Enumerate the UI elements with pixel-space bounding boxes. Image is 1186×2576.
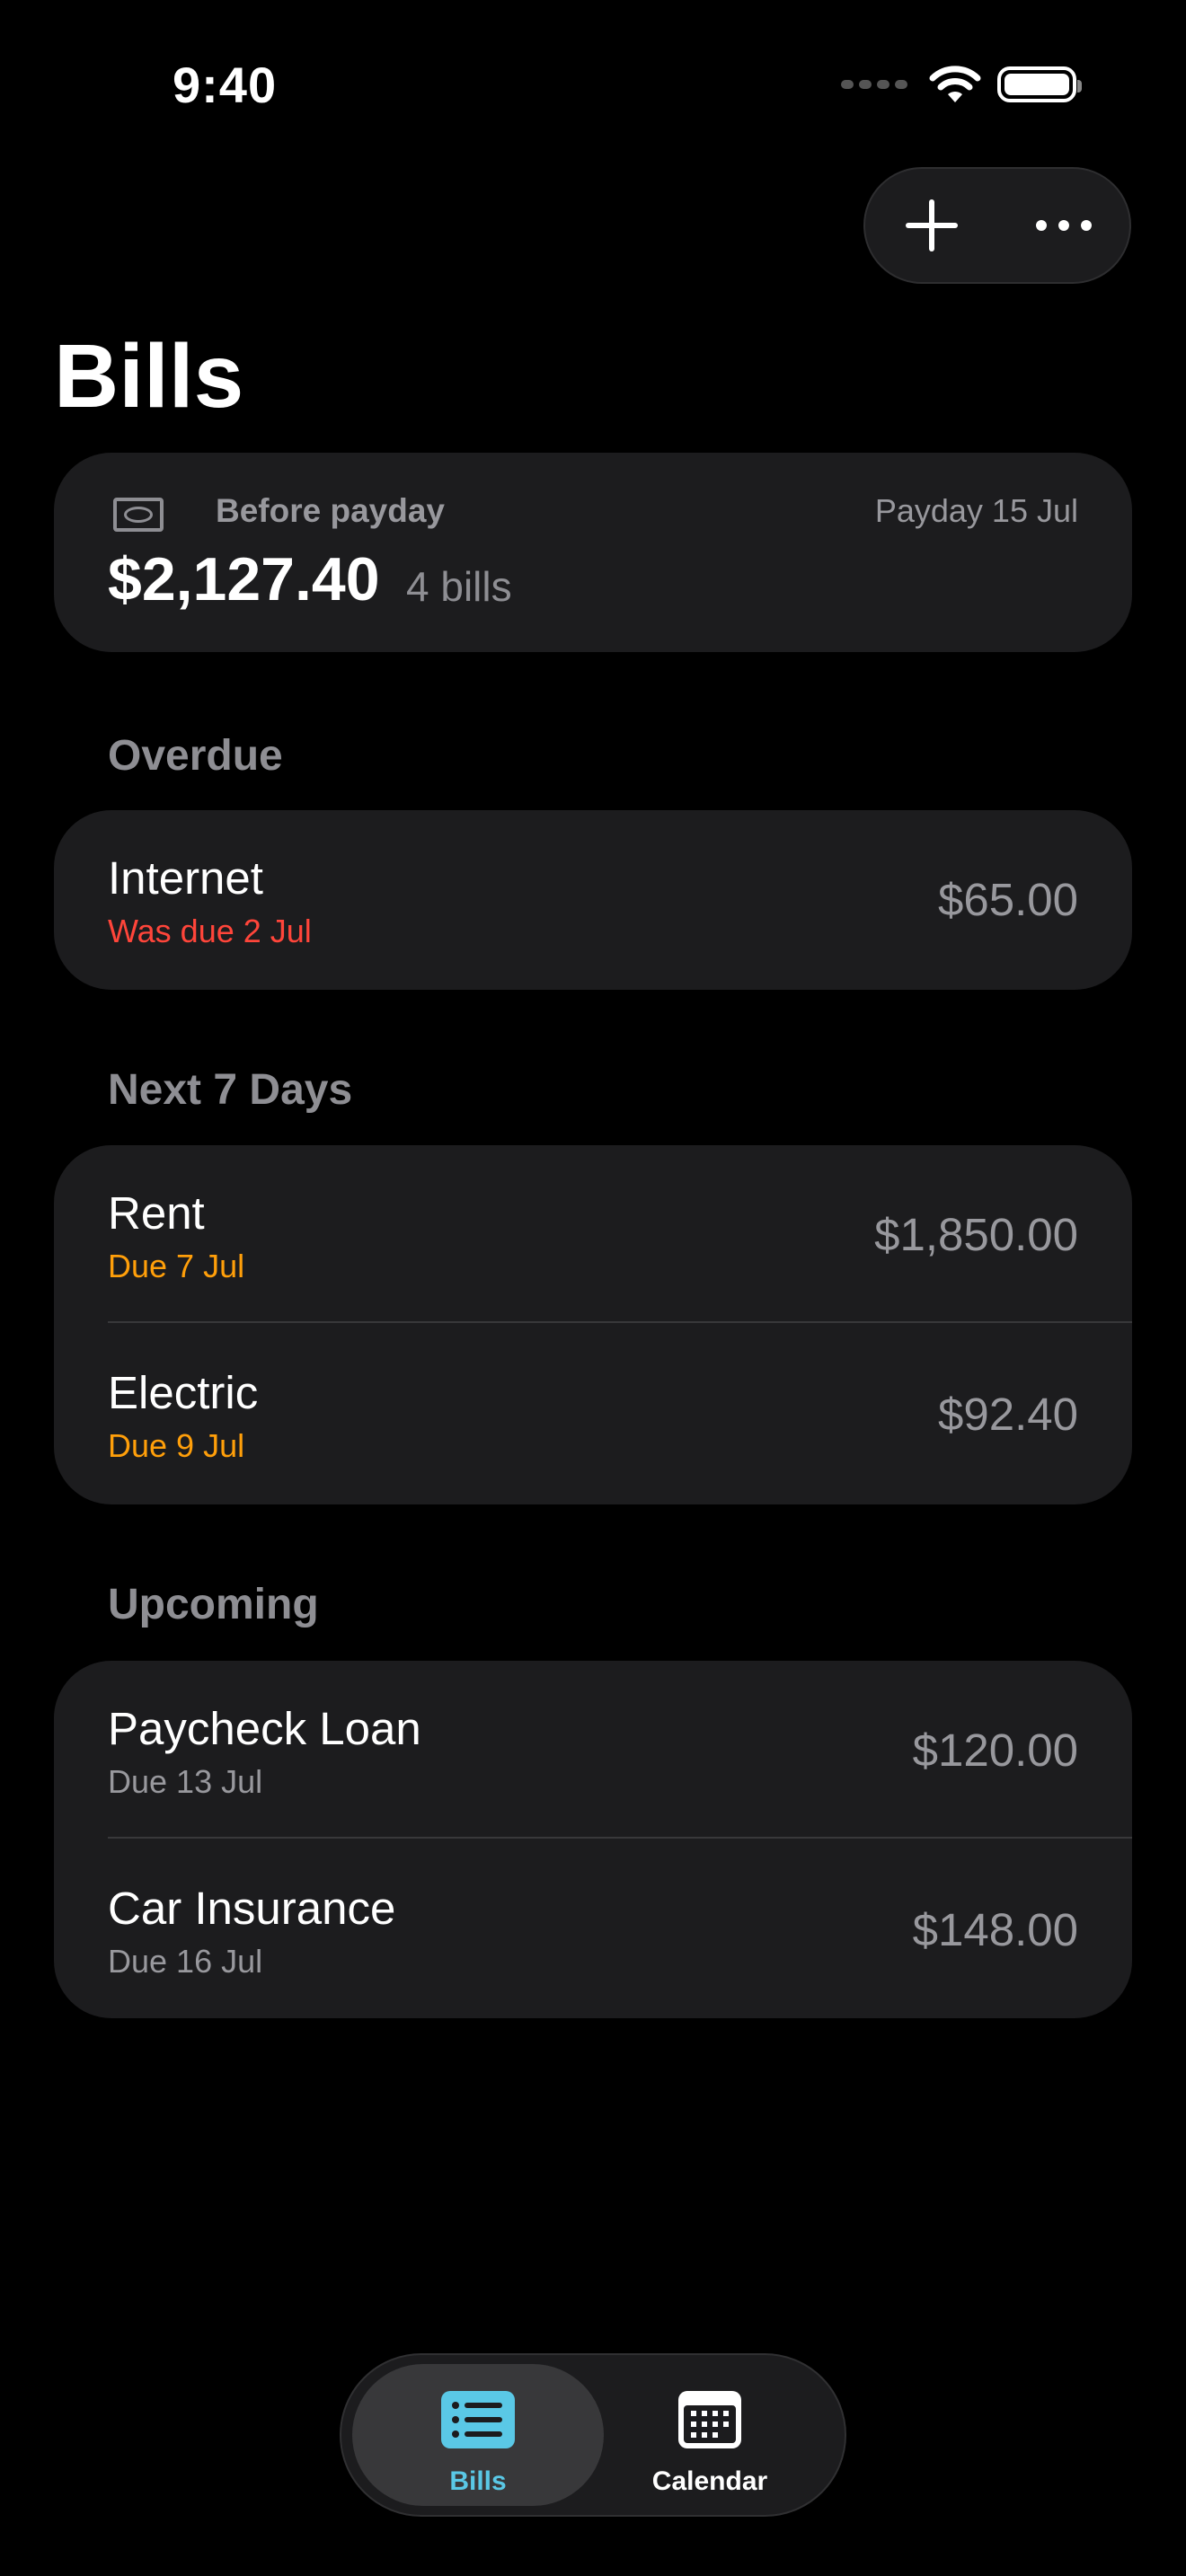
row-divider <box>108 1321 1132 1323</box>
bill-row-electric[interactable]: Electric Due 9 Jul $92.40 <box>54 1325 1132 1504</box>
tab-bills-label: Bills <box>449 2466 507 2496</box>
payday-summary-card[interactable]: Before payday Payday 15 Jul $2,127.40 4 … <box>54 453 1132 652</box>
bill-group-overdue: Internet Was due 2 Jul $65.00 <box>54 810 1132 990</box>
bill-due: Due 7 Jul <box>108 1248 245 1284</box>
status-time: 9:40 <box>173 57 278 113</box>
banknote-icon <box>113 498 164 532</box>
bill-name: Rent <box>108 1187 205 1239</box>
section-title-overdue: Overdue <box>108 732 283 780</box>
page-title: Bills <box>54 326 244 427</box>
before-payday-label: Before payday <box>216 492 445 529</box>
ellipsis-icon <box>1035 220 1092 231</box>
bill-row-rent[interactable]: Rent Due 7 Jul $1,850.00 <box>54 1145 1132 1325</box>
bill-row-internet[interactable]: Internet Was due 2 Jul $65.00 <box>54 810 1132 990</box>
bill-due: Was due 2 Jul <box>108 913 312 949</box>
row-divider <box>108 1837 1132 1839</box>
bill-amount: $148.00 <box>912 1904 1078 1955</box>
bill-name: Car Insurance <box>108 1883 396 1934</box>
wifi-icon <box>929 66 981 102</box>
tab-calendar[interactable]: Calendar <box>584 2364 836 2506</box>
bill-row-paycheck-loan[interactable]: Paycheck Loan Due 13 Jul $120.00 <box>54 1661 1132 1840</box>
plus-icon <box>905 199 958 251</box>
list-icon <box>441 2391 515 2448</box>
bill-row-car-insurance[interactable]: Car Insurance Due 16 Jul $148.00 <box>54 1840 1132 2020</box>
bill-group-upcoming: Paycheck Loan Due 13 Jul $120.00 Car Ins… <box>54 1661 1132 2018</box>
bill-amount: $92.40 <box>938 1389 1078 1440</box>
calendar-icon <box>678 2391 741 2448</box>
tab-calendar-label: Calendar <box>651 2466 768 2496</box>
bill-due: Due 13 Jul <box>108 1763 263 1800</box>
toolbar-actions <box>863 167 1131 284</box>
battery-icon <box>997 66 1082 102</box>
payday-date: Payday 15 Jul <box>874 492 1078 529</box>
bill-due: Due 9 Jul <box>108 1427 245 1464</box>
bill-amount: $120.00 <box>912 1725 1078 1776</box>
cellular-signal-icon <box>841 80 907 89</box>
tab-bar: Bills Calendar <box>340 2353 846 2517</box>
bill-group-next-7-days: Rent Due 7 Jul $1,850.00 Electric Due 9 … <box>54 1145 1132 1504</box>
bill-amount: $65.00 <box>938 874 1078 925</box>
status-indicators <box>841 65 1082 104</box>
bill-amount: $1,850.00 <box>874 1209 1078 1260</box>
bill-name: Internet <box>108 852 263 904</box>
more-button[interactable] <box>1010 176 1118 275</box>
bill-count: 4 bills <box>406 563 512 610</box>
total-amount: $2,127.40 <box>108 545 380 613</box>
bill-name: Paycheck Loan <box>108 1703 421 1754</box>
add-bill-button[interactable] <box>878 176 986 275</box>
tab-bills[interactable]: Bills <box>352 2364 604 2506</box>
bill-due: Due 16 Jul <box>108 1943 263 1980</box>
bill-name: Electric <box>108 1367 259 1418</box>
section-title-next-7-days: Next 7 Days <box>108 1066 353 1114</box>
section-title-upcoming: Upcoming <box>108 1581 319 1628</box>
